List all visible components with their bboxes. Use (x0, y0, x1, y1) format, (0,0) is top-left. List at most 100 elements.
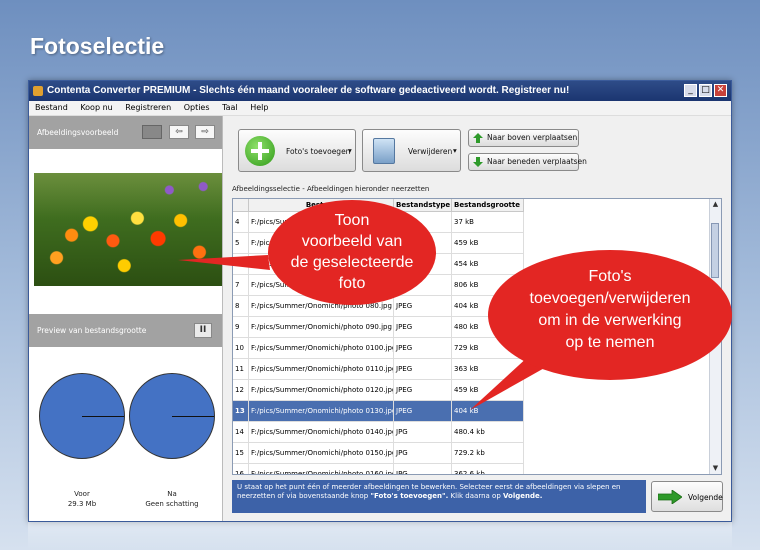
remove-button[interactable]: Verwijderen ▾ (362, 129, 461, 172)
pause-button[interactable]: II (194, 323, 212, 338)
window-reflection (28, 522, 732, 550)
cell-file: F:/pics/Summer/Onomichi/photo 0150.jpg (249, 443, 394, 463)
cell-file: F:/pics/Summer/Onomichi/photo 0160.jpg (249, 464, 394, 474)
move-down-label: Naar beneden verplaatsen (487, 157, 587, 166)
menu-help[interactable]: Help (250, 103, 268, 112)
size-preview-header: Preview van bestandsgrootte II (29, 314, 222, 347)
info-box: U staat op het punt één of meerder afbee… (232, 480, 646, 513)
info-bold-next: Volgende. (503, 492, 543, 500)
cell-n: 11 (233, 359, 249, 379)
cell-n: 7 (233, 275, 249, 295)
cell-n: 15 (233, 443, 249, 463)
right-callout-line: toevoegen/verwijderen (529, 290, 691, 307)
cell-n: 8 (233, 296, 249, 316)
next-button[interactable]: Volgende (651, 481, 723, 512)
left-callout-text: Toon voorbeeld van de geselecteerde foto (268, 210, 436, 294)
table-row[interactable]: 14 F:/pics/Summer/Onomichi/photo 0140.jpg… (233, 422, 524, 443)
cell-size: 729.2 kb (452, 443, 524, 463)
plus-circle-icon (245, 136, 275, 166)
header-size[interactable]: Bestandsgrootte (452, 199, 524, 212)
left-callout-line: de geselecteerde (290, 254, 414, 271)
pie-needle (82, 416, 124, 417)
cell-n: 13 (233, 401, 249, 421)
cell-n: 14 (233, 422, 249, 442)
maximize-button[interactable]: □ (699, 84, 712, 97)
cell-n: 9 (233, 317, 249, 337)
info-bold-add: "Foto's toevoegen". (370, 492, 449, 500)
cell-n: 16 (233, 464, 249, 474)
cell-n: 12 (233, 380, 249, 400)
cell-type: JPEG (394, 359, 452, 379)
cell-type: JPG (394, 464, 452, 474)
table-row[interactable]: 13 F:/pics/Summer/Onomichi/photo 0130.jpg… (233, 401, 524, 422)
cell-size: 459 kB (452, 380, 524, 400)
move-down-button[interactable]: Naar beneden verplaatsen (468, 153, 587, 171)
chevron-down-icon: ▾ (348, 146, 352, 155)
preview-header-label: Afbeeldingsvoorbeeld (37, 128, 119, 137)
recycle-bin-icon (373, 138, 395, 164)
cell-size: 362.6 kb (452, 464, 524, 474)
move-up-label: Naar boven verplaatsen (487, 133, 578, 142)
slide-title: Fotoselectie (30, 33, 165, 59)
cell-type: JPEG (394, 296, 452, 316)
preview-header: Afbeeldingsvoorbeeld ⇦ ⇨ (29, 116, 222, 149)
cell-size: 459 kB (452, 233, 524, 253)
menu-taal[interactable]: Taal (222, 103, 238, 112)
app-icon (33, 86, 43, 96)
table-row[interactable]: 10 F:/pics/Summer/Onomichi/photo 0100.jpg… (233, 338, 524, 359)
info-text-2: Klik daarna op (448, 492, 503, 500)
right-callout-line: Foto's (588, 268, 632, 285)
left-callout-line: Toon (334, 212, 370, 229)
scroll-up-icon[interactable]: ▲ (710, 199, 721, 210)
menu-koop-nu[interactable]: Koop nu (80, 103, 112, 112)
left-callout: Toon voorbeeld van de geselecteerde foto (268, 200, 436, 305)
remove-label: Verwijderen (408, 147, 453, 156)
cell-type: JPG (394, 443, 452, 463)
cell-n: 6 (233, 254, 249, 274)
cell-type: JPG (394, 422, 452, 442)
arrow-down-icon (473, 157, 483, 167)
before-pie-chart (39, 373, 125, 459)
right-callout-line: op te nemen (565, 334, 655, 351)
preview-photo (34, 173, 222, 286)
right-callout-line: om in de verwerking (538, 312, 682, 329)
table-row[interactable]: 15 F:/pics/Summer/Onomichi/photo 0150.jpg… (233, 443, 524, 464)
cell-file: F:/pics/Summer/Onomichi/photo 0140.jpg (249, 422, 394, 442)
cell-size: 480.4 kb (452, 422, 524, 442)
next-label: Volgende (688, 493, 723, 502)
table-row[interactable]: 11 F:/pics/Summer/Onomichi/photo 0110.jpg… (233, 359, 524, 380)
scroll-down-icon[interactable]: ▼ (710, 463, 721, 474)
cell-file: F:/pics/Summer/Onomichi/photo 0110.jpg (249, 359, 394, 379)
header-index (233, 199, 249, 212)
table-row[interactable]: 9 F:/pics/Summer/Onomichi/photo 090.jpg JP… (233, 317, 524, 338)
cell-n: 10 (233, 338, 249, 358)
cell-file: F:/pics/Summer/Onomichi/photo 0130.jpg (249, 401, 394, 421)
left-callout-line: foto (338, 275, 366, 292)
table-row[interactable]: 16 F:/pics/Summer/Onomichi/photo 0160.jpg… (233, 464, 524, 474)
move-up-button[interactable]: Naar boven verplaatsen (468, 129, 579, 147)
forward-arrow-button[interactable]: ⇨ (195, 125, 215, 139)
add-photos-button[interactable]: Foto's toevoegen ▾ (238, 129, 356, 172)
menu-opties[interactable]: Opties (184, 103, 210, 112)
cell-n: 4 (233, 212, 249, 232)
titlebar: Contenta Converter PREMIUM - Slechts één… (29, 81, 731, 101)
right-callout: Foto's toevoegen/verwijderen om in de ve… (488, 250, 732, 380)
table-row[interactable]: 12 F:/pics/Summer/Onomichi/photo 0120.jpg… (233, 380, 524, 401)
before-label: Voor 29.3 Mb (42, 489, 122, 509)
menu-registreren[interactable]: Registreren (125, 103, 171, 112)
cell-type: JPEG (394, 380, 452, 400)
before-value: 29.3 Mb (67, 500, 97, 508)
cell-file: F:/pics/Summer/Onomichi/photo 0120.jpg (249, 380, 394, 400)
cell-type: JPEG (394, 401, 452, 421)
cell-size: 363 kB (452, 359, 524, 379)
back-arrow-button[interactable]: ⇦ (169, 125, 189, 139)
rotate-icon[interactable] (142, 125, 162, 139)
left-callout-line: voorbeeld van (301, 233, 403, 250)
cell-size: 37 kB (452, 212, 524, 232)
close-button[interactable]: ✕ (714, 84, 727, 97)
minimize-button[interactable]: _ (684, 84, 697, 97)
menu-bestand[interactable]: Bestand (35, 103, 68, 112)
left-pane: Afbeeldingsvoorbeeld ⇦ ⇨ Preview van bes… (29, 116, 223, 521)
cell-size: 404 kB (452, 401, 524, 421)
arrow-up-icon (473, 133, 483, 143)
